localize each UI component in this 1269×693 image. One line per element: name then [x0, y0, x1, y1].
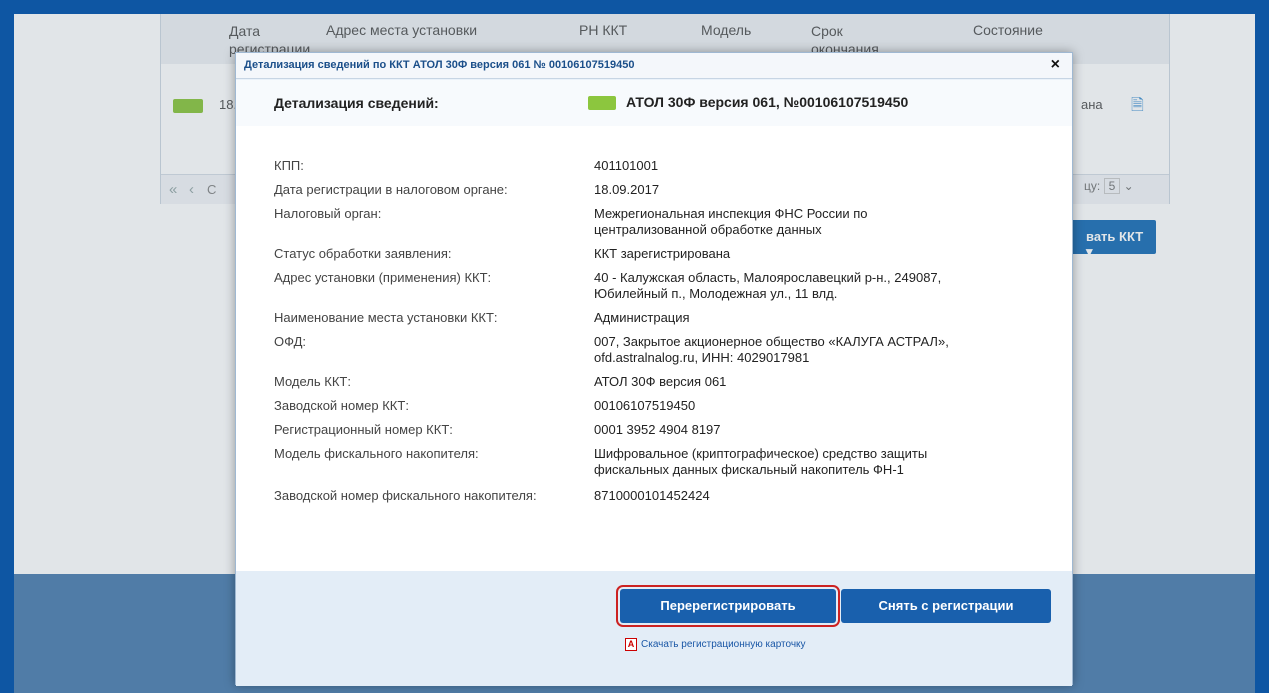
dialog-titlebar: Детализация сведений по ККТ АТОЛ 30Ф вер…	[236, 53, 1072, 79]
detail-label: ОФД:	[274, 334, 306, 349]
detail-label: Модель ККТ:	[274, 374, 351, 389]
detail-value: Межрегиональная инспекция ФНС России по …	[594, 206, 868, 237]
detail-label: Модель фискального накопителя:	[274, 446, 479, 461]
detail-value: Администрация	[594, 310, 690, 325]
reregister-button[interactable]: Перерегистрировать	[616, 585, 840, 627]
deregister-button[interactable]: Снять с регистрации	[841, 589, 1051, 623]
detail-label: Дата регистрации в налоговом органе:	[274, 182, 508, 197]
detail-value: Шифровальное (криптографическое) средств…	[594, 446, 928, 477]
detail-label: Адрес установки (применения) ККТ:	[274, 270, 492, 285]
status-badge	[588, 96, 616, 110]
dialog-title: Детализация сведений по ККТ АТОЛ 30Ф вер…	[244, 59, 635, 71]
detail-label: Регистрационный номер ККТ:	[274, 422, 453, 437]
detail-label: Заводской номер фискального накопителя:	[274, 488, 537, 503]
detail-value: ККТ зарегистрирована	[594, 246, 731, 261]
close-icon[interactable]: ×	[1051, 56, 1060, 74]
pdf-icon: A	[625, 638, 637, 651]
kkt-details-dialog: Детализация сведений по ККТ АТОЛ 30Ф вер…	[235, 52, 1073, 686]
detail-label: Статус обработки заявления:	[274, 246, 452, 261]
dialog-footer: Перерегистрировать Снять с регистрации A…	[236, 571, 1072, 686]
detail-value: 18.09.2017	[594, 182, 660, 197]
detail-value: 40 - Калужская область, Малоярославецкий…	[594, 270, 942, 301]
detail-value: АТОЛ 30Ф версия 061	[594, 374, 727, 389]
page-frame: Дата регистрации Адрес места установки Р…	[14, 14, 1255, 693]
details-list: КПП: 401101001 Дата регистрации в налого…	[236, 126, 1072, 571]
download-card-label: Скачать регистрационную карточку	[641, 639, 806, 651]
download-card-link[interactable]: A Скачать регистрационную карточку	[625, 638, 806, 651]
header-label: Детализация сведений:	[274, 95, 439, 111]
detail-value: 401101001	[594, 158, 659, 173]
detail-value: 007, Закрытое акционерное общество «КАЛУ…	[594, 334, 949, 365]
dialog-header: Детализация сведений: АТОЛ 30Ф версия 06…	[236, 80, 1072, 126]
detail-value: 0001 3952 4904 8197	[594, 422, 721, 437]
detail-label: Налоговый орган:	[274, 206, 382, 221]
detail-label: Наименование места установки ККТ:	[274, 310, 498, 325]
detail-value: 00106107519450	[594, 398, 696, 413]
header-kkt-title: АТОЛ 30Ф версия 061, №00106107519450	[626, 94, 909, 110]
detail-value: 8710000101452424	[594, 488, 710, 503]
detail-label: Заводской номер ККТ:	[274, 398, 409, 413]
detail-label: КПП:	[274, 158, 304, 173]
